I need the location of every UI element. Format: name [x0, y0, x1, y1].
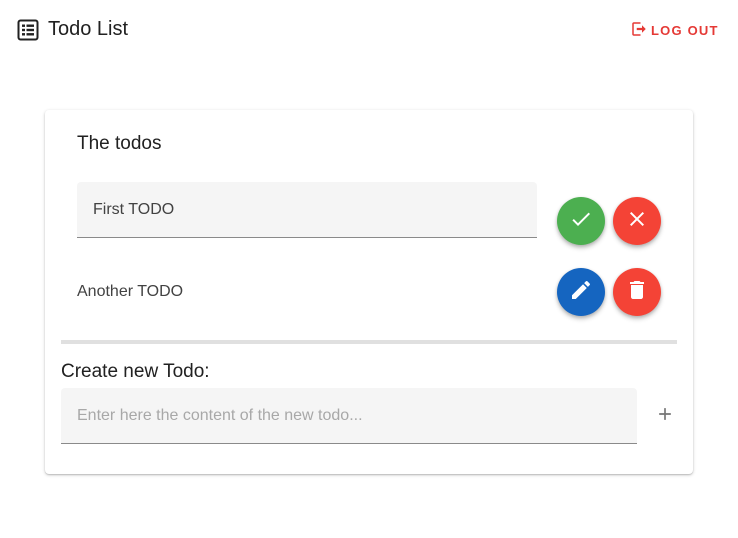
todo-card: The todos Another TODO Create new Todo:	[45, 110, 693, 474]
plus-icon	[655, 404, 675, 429]
new-todo-field[interactable]	[61, 388, 637, 444]
confirm-edit-button[interactable]	[557, 197, 605, 245]
add-todo-button[interactable]	[651, 402, 679, 430]
pencil-icon	[569, 278, 593, 307]
trash-icon	[625, 278, 649, 307]
divider	[61, 340, 677, 344]
edit-todo-input[interactable]	[77, 182, 537, 237]
app-bar: Todo List LOG OUT	[0, 0, 738, 58]
app-title: Todo List	[48, 18, 129, 40]
card-title: The todos	[77, 133, 162, 154]
close-icon	[625, 207, 649, 236]
logout-icon	[630, 20, 648, 41]
cancel-edit-button[interactable]	[613, 197, 661, 245]
logout-label: LOG OUT	[651, 22, 719, 38]
todo-item-text: Another TODO	[77, 283, 184, 300]
create-todo-label: Create new Todo:	[61, 361, 210, 382]
logout-button[interactable]: LOG OUT	[624, 16, 725, 44]
edit-todo-button[interactable]	[557, 268, 605, 316]
new-todo-input[interactable]	[61, 388, 637, 443]
edit-todo-field[interactable]	[77, 182, 537, 238]
delete-todo-button[interactable]	[613, 268, 661, 316]
list-alt-icon	[16, 18, 40, 42]
check-icon	[569, 207, 593, 236]
